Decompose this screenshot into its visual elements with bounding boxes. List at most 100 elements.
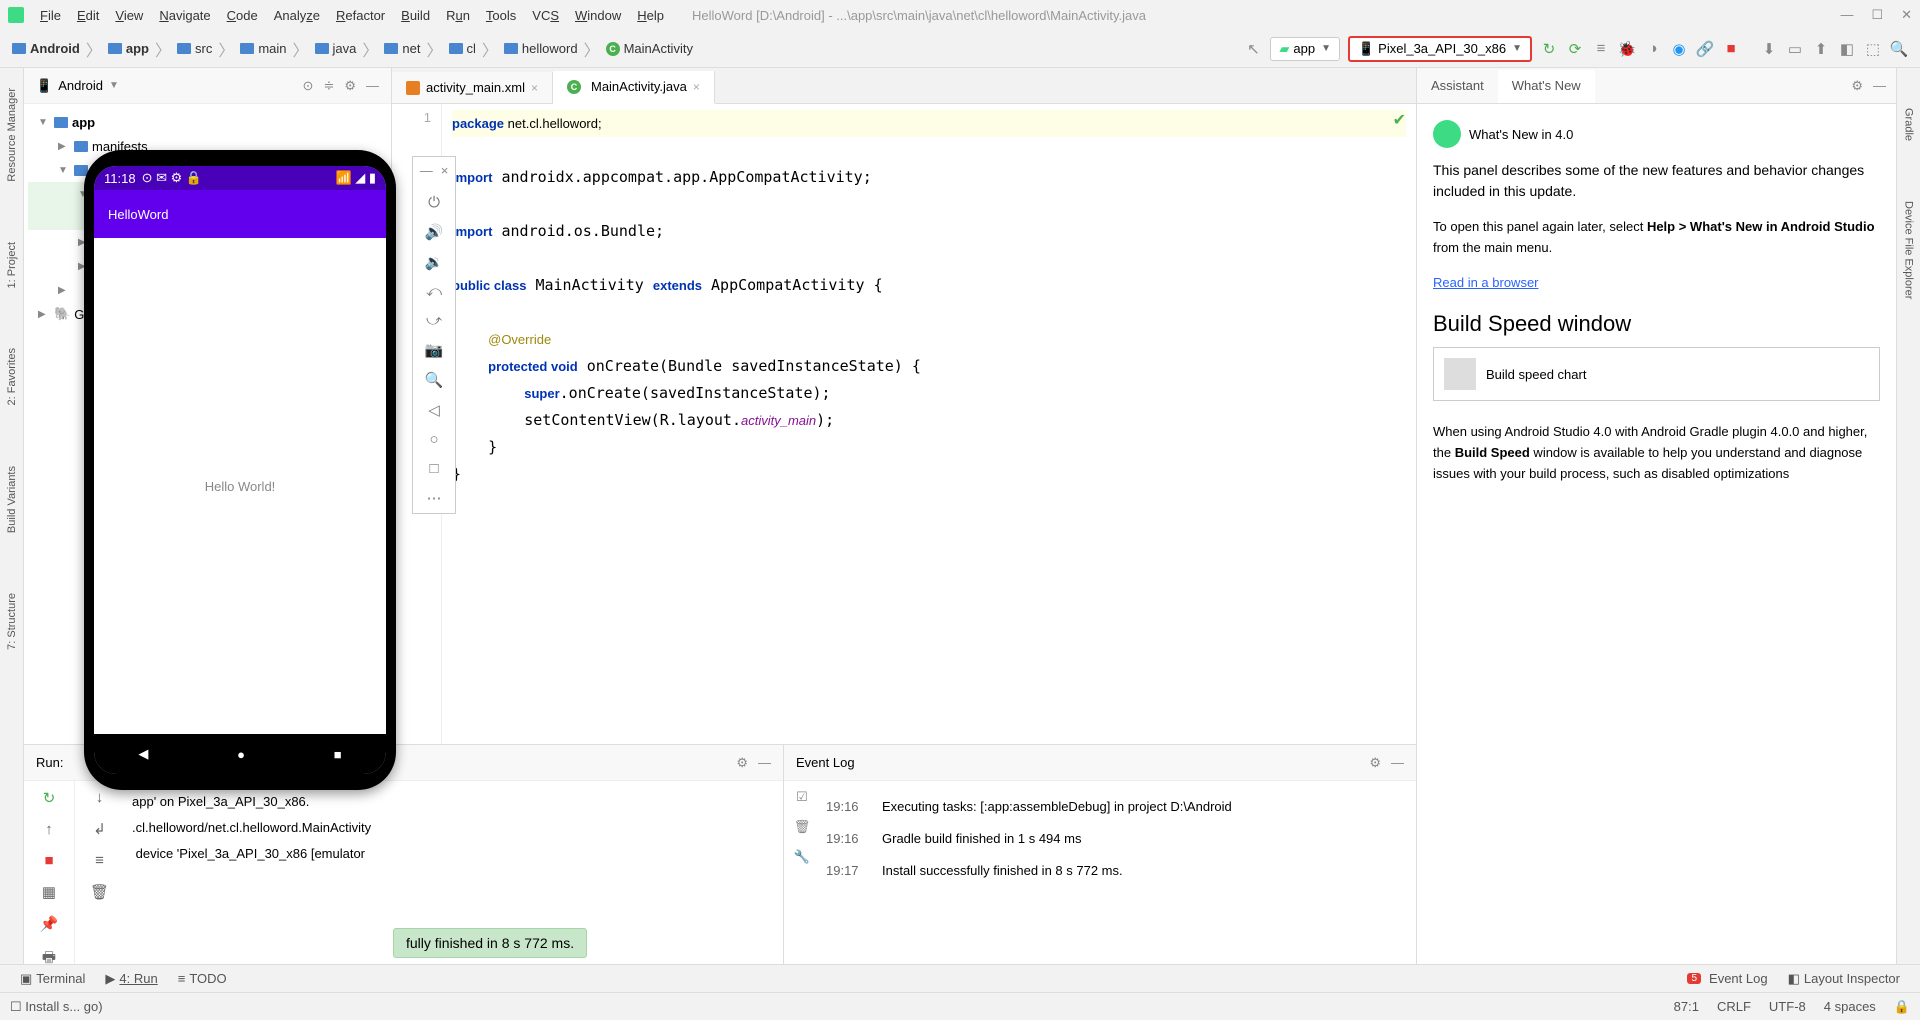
camera-icon[interactable]: 📷 — [425, 341, 444, 359]
tool-resource-manager[interactable]: Resource Manager — [6, 88, 18, 182]
bb-layout-inspector[interactable]: ◧ Layout Inspector — [1778, 971, 1910, 987]
tab-assistant[interactable]: Assistant — [1417, 70, 1498, 101]
menu-navigate[interactable]: Navigate — [151, 8, 218, 23]
gear-icon[interactable]: ⚙ — [1369, 755, 1381, 771]
emu-close-icon[interactable]: × — [441, 163, 449, 178]
breadcrumb-java[interactable]: java — [311, 39, 361, 58]
menu-help[interactable]: Help — [629, 8, 672, 23]
tool-project[interactable]: 1: Project — [6, 242, 18, 288]
resource-manager-icon[interactable]: ◧ — [1834, 36, 1860, 62]
apply-changes-button[interactable]: ⟳ — [1562, 36, 1588, 62]
wrap-icon[interactable]: ↲ — [93, 820, 106, 838]
close-icon[interactable]: ✕ — [1901, 7, 1912, 23]
stop-button[interactable]: ■ — [1718, 36, 1744, 62]
menu-vcs[interactable]: VCS — [524, 8, 567, 23]
bb-run[interactable]: ▶ 4: Run — [95, 971, 167, 987]
run-config-dropdown[interactable]: ▰ app▼ — [1270, 37, 1340, 61]
tool-structure[interactable]: 7: Structure — [6, 593, 18, 650]
file-encoding[interactable]: UTF-8 — [1769, 999, 1806, 1015]
line-ending[interactable]: CRLF — [1717, 999, 1751, 1015]
read-in-browser-link[interactable]: Read in a browser — [1433, 275, 1539, 290]
overview-icon[interactable]: □ — [429, 460, 438, 477]
breadcrumb-mainactivity[interactable]: CMainActivity — [602, 39, 697, 58]
tool-device-file-explorer[interactable]: Device File Explorer — [1903, 201, 1915, 299]
menu-code[interactable]: Code — [219, 8, 266, 23]
volume-up-icon[interactable]: 🔊 — [425, 223, 444, 241]
home-icon[interactable]: ○ — [429, 431, 438, 448]
box-icon[interactable]: ⬚ — [1860, 36, 1886, 62]
bb-todo[interactable]: ≡ TODO — [168, 971, 237, 986]
rotate-left-icon[interactable]: ⤺ — [426, 283, 442, 300]
chevron-down-icon[interactable]: ▼ — [109, 80, 119, 91]
project-view-selector[interactable]: Android — [58, 78, 103, 93]
tool-favorites[interactable]: 2: Favorites — [6, 348, 18, 405]
trash-icon[interactable]: 🗑 — [794, 819, 811, 835]
up-icon[interactable]: ↑ — [45, 821, 53, 838]
expand-icon[interactable]: ≑ — [323, 78, 334, 94]
zoom-icon[interactable]: 🔍 — [425, 371, 444, 389]
tool-build-variants[interactable]: Build Variants — [6, 466, 18, 533]
bb-event-log[interactable]: 5Event Log — [1677, 971, 1777, 987]
run-activity-icon[interactable]: ≡ — [1588, 36, 1614, 62]
emu-min-icon[interactable]: — — [420, 163, 433, 178]
rerun-icon[interactable]: ↻ — [43, 789, 56, 807]
indent-setting[interactable]: 4 spaces — [1824, 999, 1876, 1015]
menu-view[interactable]: View — [107, 8, 151, 23]
close-tab-icon[interactable]: × — [693, 80, 700, 94]
minimize-panel-icon[interactable]: — — [758, 755, 771, 771]
menu-file[interactable]: File — [32, 8, 69, 23]
scroll-icon[interactable]: ≡ — [95, 852, 104, 869]
tree-app[interactable]: ▼app — [28, 110, 387, 134]
attach-debugger-icon[interactable]: 🔗 — [1692, 36, 1718, 62]
sdk-manager-icon[interactable]: ⬆ — [1808, 36, 1834, 62]
breadcrumb-app[interactable]: app — [104, 39, 153, 58]
minimize-panel-icon[interactable]: — — [1873, 78, 1886, 94]
menu-analyze[interactable]: Analyze — [266, 8, 328, 23]
avd-manager-icon[interactable]: ▭ — [1782, 36, 1808, 62]
breadcrumb-android[interactable]: Android — [8, 39, 84, 58]
event-log-output[interactable]: 19:16Executing tasks: [:app:assembleDebu… — [820, 781, 1416, 964]
gear-icon[interactable]: ⚙ — [736, 755, 748, 771]
run-button[interactable]: ↻ — [1536, 36, 1562, 62]
gear-icon[interactable]: ⚙ — [344, 78, 356, 94]
clear-icon[interactable]: 🗑 — [90, 883, 109, 901]
device-dropdown[interactable]: 📱 Pixel_3a_API_30_x86▼ — [1348, 36, 1532, 62]
search-icon[interactable]: 🔍 — [1886, 36, 1912, 62]
sync-icon[interactable]: ⬇ — [1756, 36, 1782, 62]
maximize-icon[interactable]: ☐ — [1871, 7, 1883, 23]
menu-run[interactable]: Run — [438, 8, 478, 23]
target-icon[interactable]: ⊙ — [303, 78, 314, 94]
tab-mainactivity-java[interactable]: C MainActivity.java× — [553, 71, 715, 104]
tab-whats-new[interactable]: What's New — [1498, 70, 1595, 103]
print-icon[interactable]: 🖶 — [42, 947, 56, 964]
tool-gradle[interactable]: Gradle — [1903, 108, 1915, 141]
breadcrumb-cl[interactable]: cl — [445, 39, 480, 58]
menu-tools[interactable]: Tools — [478, 8, 524, 23]
minimize-panel-icon[interactable]: — — [366, 78, 379, 94]
gear-icon[interactable]: ⚙ — [1851, 78, 1863, 94]
pin-icon[interactable]: 📌 — [40, 915, 59, 933]
stop-icon[interactable]: ■ — [44, 852, 53, 869]
nav-home-icon[interactable]: ● — [237, 747, 245, 762]
minimize-icon[interactable]: — — [1840, 7, 1853, 23]
breadcrumb-main[interactable]: main — [236, 39, 290, 58]
menu-refactor[interactable]: Refactor — [328, 8, 393, 23]
power-icon[interactable]: ⏻ — [428, 194, 440, 211]
breadcrumb-src[interactable]: src — [173, 39, 216, 58]
nav-overview-icon[interactable]: ■ — [334, 747, 342, 762]
more-icon[interactable]: ⋯ — [427, 489, 442, 507]
breadcrumb-helloword[interactable]: helloword — [500, 39, 582, 58]
emulator-window[interactable]: 11:18⊙ ✉ ⚙ 🔒 📶 ◢ ▮ HelloWord Hello World… — [84, 150, 396, 790]
whats-new-body[interactable]: What's New in 4.0 This panel describes s… — [1417, 104, 1896, 964]
filter-icon[interactable]: ↓ — [96, 789, 104, 806]
volume-down-icon[interactable]: 🔉 — [425, 253, 444, 271]
close-tab-icon[interactable]: × — [531, 81, 538, 95]
tab-activity-main-xml[interactable]: activity_main.xml× — [392, 72, 553, 103]
coverage-icon[interactable]: ◑ — [1640, 36, 1666, 62]
breadcrumb-net[interactable]: net — [380, 39, 424, 58]
lock-icon[interactable]: 🔒 — [1894, 999, 1910, 1015]
wrench-icon[interactable]: 🔧 — [794, 849, 810, 865]
rotate-right-icon[interactable]: ⤻ — [426, 312, 442, 329]
debug-button[interactable]: 🐞 — [1614, 36, 1640, 62]
nav-back-icon[interactable]: ◀ — [138, 746, 148, 762]
